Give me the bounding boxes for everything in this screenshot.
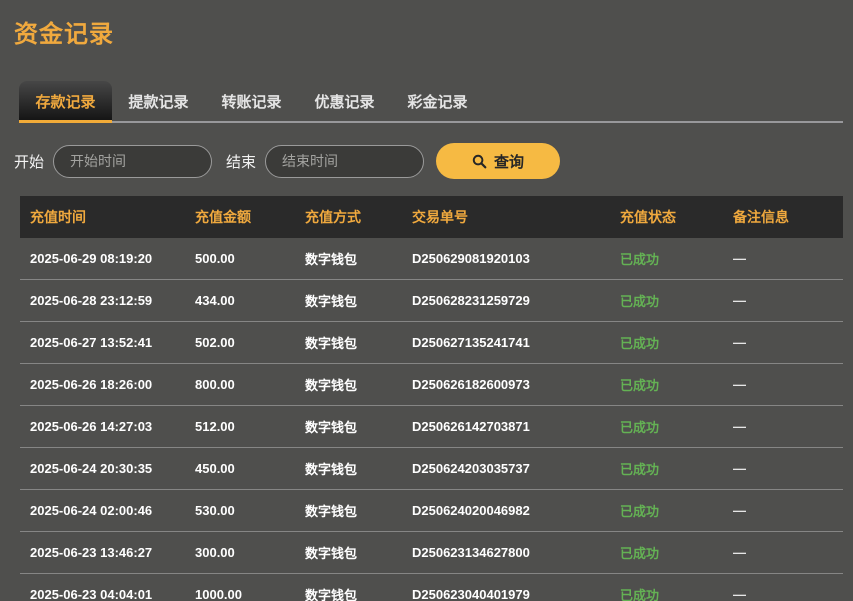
- table-row: 2025-06-28 23:12:59 434.00 数字钱包 D2506282…: [20, 280, 843, 322]
- cell-order-number: D250623134627800: [412, 545, 620, 560]
- table-row: 2025-06-23 13:46:27 300.00 数字钱包 D2506231…: [20, 532, 843, 574]
- cell-recharge-amount: 500.00: [195, 251, 305, 266]
- col-header-method: 充值方式: [305, 207, 412, 227]
- cell-order-number: D250624203035737: [412, 461, 620, 476]
- col-header-status: 充值状态: [620, 207, 733, 227]
- status-badge: 已成功: [620, 417, 733, 436]
- cell-recharge-amount: 512.00: [195, 419, 305, 434]
- cell-recharge-time: 2025-06-24 02:00:46: [30, 503, 195, 518]
- table-row: 2025-06-29 08:19:20 500.00 数字钱包 D2506290…: [20, 238, 843, 280]
- cell-recharge-time: 2025-06-24 20:30:35: [30, 461, 195, 476]
- table-row: 2025-06-23 04:04:01 1000.00 数字钱包 D250623…: [20, 574, 843, 601]
- status-badge: 已成功: [620, 291, 733, 310]
- tab-label: 存款记录: [35, 91, 95, 112]
- cell-recharge-method: 数字钱包: [305, 543, 412, 562]
- cell-recharge-method: 数字钱包: [305, 333, 412, 352]
- status-badge: 已成功: [620, 585, 733, 601]
- cell-recharge-amount: 450.00: [195, 461, 305, 476]
- cell-order-number: D250628231259729: [412, 293, 620, 308]
- cell-recharge-amount: 502.00: [195, 335, 305, 350]
- cell-recharge-time: 2025-06-26 18:26:00: [30, 377, 195, 392]
- start-date-label: 开始: [14, 151, 44, 172]
- cell-recharge-method: 数字钱包: [305, 249, 412, 268]
- end-date-input[interactable]: [265, 145, 424, 178]
- status-badge: 已成功: [620, 375, 733, 394]
- date-filter-bar: 开始 结束 查询: [14, 143, 853, 179]
- cell-order-number: D250624020046982: [412, 503, 620, 518]
- cell-order-number: D250629081920103: [412, 251, 620, 266]
- tab-withdrawal-records[interactable]: 提款记录: [112, 81, 205, 121]
- table-row: 2025-06-26 14:27:03 512.00 数字钱包 D2506261…: [20, 406, 843, 448]
- cell-remark: —: [733, 335, 843, 350]
- page-title: 资金记录: [14, 14, 853, 49]
- tab-transfer-records[interactable]: 转账记录: [205, 81, 298, 121]
- cell-remark: —: [733, 377, 843, 392]
- cell-remark: —: [733, 419, 843, 434]
- deposit-records-table: 充值时间 充值金额 充值方式 交易单号 充值状态 备注信息 2025-06-29…: [20, 196, 843, 601]
- cell-remark: —: [733, 251, 843, 266]
- cell-recharge-time: 2025-06-23 04:04:01: [30, 587, 195, 601]
- cell-order-number: D250623040401979: [412, 587, 620, 601]
- cell-recharge-amount: 434.00: [195, 293, 305, 308]
- cell-remark: —: [733, 503, 843, 518]
- cell-recharge-amount: 1000.00: [195, 587, 305, 601]
- table-row: 2025-06-24 20:30:35 450.00 数字钱包 D2506242…: [20, 448, 843, 490]
- cell-recharge-method: 数字钱包: [305, 459, 412, 478]
- tab-label: 转账记录: [221, 91, 281, 112]
- table-body: 2025-06-29 08:19:20 500.00 数字钱包 D2506290…: [20, 238, 843, 601]
- col-header-amount: 充值金额: [195, 207, 305, 227]
- cell-recharge-time: 2025-06-23 13:46:27: [30, 545, 195, 560]
- cell-remark: —: [733, 545, 843, 560]
- tab-promo-records[interactable]: 优惠记录: [298, 81, 391, 121]
- cell-recharge-time: 2025-06-28 23:12:59: [30, 293, 195, 308]
- tab-bonus-records[interactable]: 彩金记录: [391, 81, 484, 121]
- cell-recharge-time: 2025-06-27 13:52:41: [30, 335, 195, 350]
- col-header-time: 充值时间: [30, 207, 195, 227]
- cell-recharge-method: 数字钱包: [305, 417, 412, 436]
- status-badge: 已成功: [620, 249, 733, 268]
- cell-recharge-method: 数字钱包: [305, 291, 412, 310]
- records-tabbar: 存款记录 提款记录 转账记录 优惠记录 彩金记录: [19, 81, 843, 123]
- cell-recharge-amount: 530.00: [195, 503, 305, 518]
- cell-remark: —: [733, 293, 843, 308]
- search-button-label: 查询: [494, 151, 524, 172]
- search-button[interactable]: 查询: [436, 143, 560, 179]
- tab-label: 彩金记录: [407, 91, 467, 112]
- cell-recharge-time: 2025-06-26 14:27:03: [30, 419, 195, 434]
- cell-recharge-amount: 300.00: [195, 545, 305, 560]
- start-date-input[interactable]: [53, 145, 212, 178]
- cell-recharge-time: 2025-06-29 08:19:20: [30, 251, 195, 266]
- cell-recharge-method: 数字钱包: [305, 375, 412, 394]
- tab-label: 优惠记录: [314, 91, 374, 112]
- table-row: 2025-06-27 13:52:41 502.00 数字钱包 D2506271…: [20, 322, 843, 364]
- table-header-row: 充值时间 充值金额 充值方式 交易单号 充值状态 备注信息: [20, 196, 843, 238]
- cell-order-number: D250626142703871: [412, 419, 620, 434]
- cell-remark: —: [733, 587, 843, 601]
- col-header-remark: 备注信息: [733, 207, 843, 227]
- status-badge: 已成功: [620, 333, 733, 352]
- status-badge: 已成功: [620, 543, 733, 562]
- table-row: 2025-06-24 02:00:46 530.00 数字钱包 D2506240…: [20, 490, 843, 532]
- cell-order-number: D250627135241741: [412, 335, 620, 350]
- status-badge: 已成功: [620, 459, 733, 478]
- table-row: 2025-06-26 18:26:00 800.00 数字钱包 D2506261…: [20, 364, 843, 406]
- tab-deposit-records[interactable]: 存款记录: [19, 81, 112, 121]
- end-date-label: 结束: [226, 151, 256, 172]
- cell-recharge-method: 数字钱包: [305, 501, 412, 520]
- col-header-order: 交易单号: [412, 207, 620, 227]
- magnifier-icon: [472, 154, 487, 169]
- cell-recharge-method: 数字钱包: [305, 585, 412, 601]
- status-badge: 已成功: [620, 501, 733, 520]
- tab-label: 提款记录: [128, 91, 188, 112]
- cell-recharge-amount: 800.00: [195, 377, 305, 392]
- cell-remark: —: [733, 461, 843, 476]
- cell-order-number: D250626182600973: [412, 377, 620, 392]
